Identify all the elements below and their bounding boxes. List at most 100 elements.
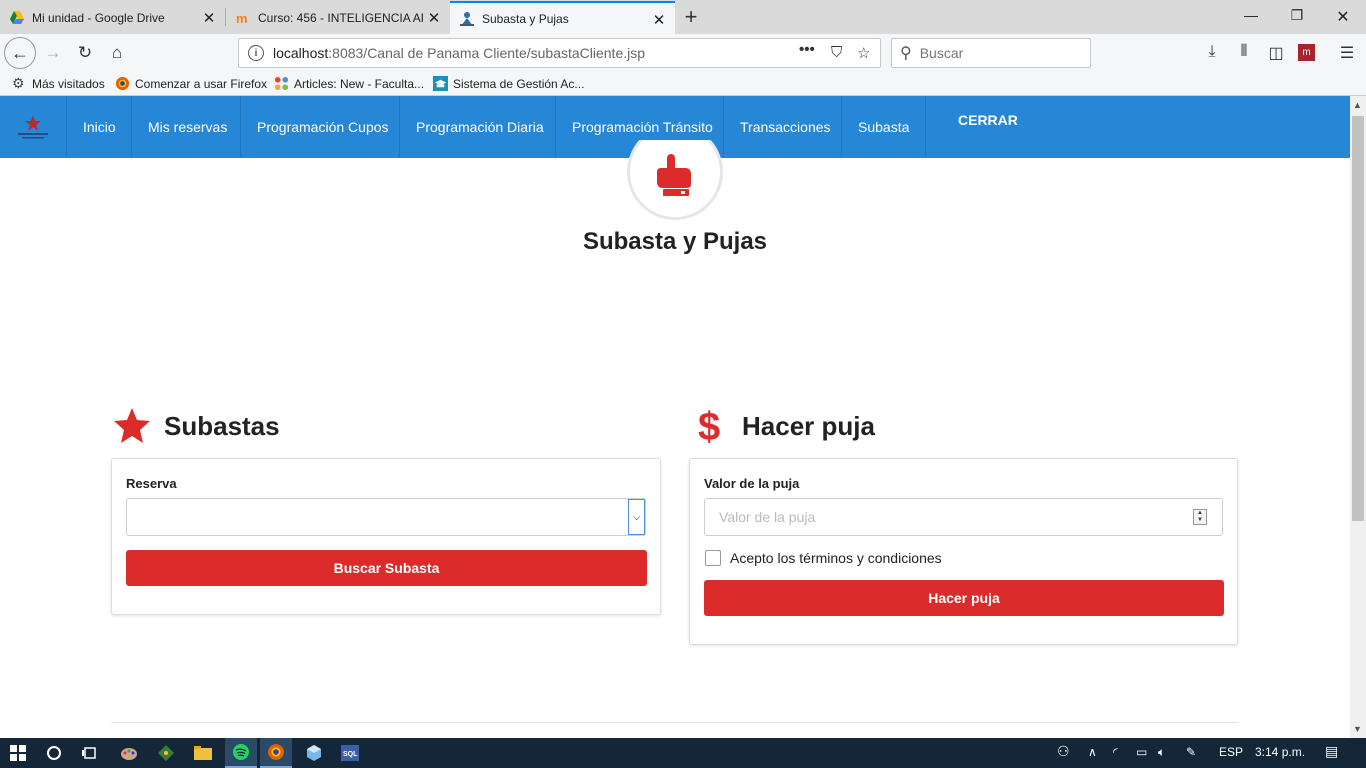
close-tab-icon[interactable]: ✕ (652, 11, 666, 29)
windows-taskbar: SQL ⚇ ∧ ◜ ▭ 🔈︎ ✎ ESP 3:14 p.m. ▤ (0, 738, 1366, 768)
page-scrollbar[interactable]: ▲ ▼ (1350, 96, 1366, 738)
canal-logo[interactable] (12, 112, 54, 142)
people-icon[interactable]: ⚇ (1057, 743, 1070, 760)
page-actions-icon[interactable]: ••• (799, 41, 815, 58)
person-icon (459, 11, 475, 27)
firefox-taskbar-icon[interactable] (260, 738, 292, 768)
scroll-down-icon[interactable]: ▼ (1353, 724, 1362, 734)
tab-google-drive[interactable]: Mi unidad - Google Drive ✕ (0, 1, 225, 34)
tab-subasta[interactable]: Subasta y Pujas ✕ (450, 1, 675, 34)
forward-arrow-icon[interactable]: → (38, 38, 68, 68)
nav-inicio[interactable]: Inicio (66, 96, 132, 158)
puja-heading: $ Hacer puja (698, 406, 875, 446)
volume-icon[interactable]: 🔈︎ (1158, 745, 1165, 760)
extension-icon[interactable]: m (1298, 44, 1315, 61)
nav-subasta[interactable]: Subasta (841, 96, 927, 158)
search-icon: ⚲ (900, 45, 912, 62)
valor-puja-input[interactable]: Valor de la puja ▲ ▼ (704, 498, 1223, 536)
bookmark-label: Más visitados (32, 76, 105, 91)
menu-icon[interactable]: ☰ (1337, 43, 1357, 63)
back-arrow-icon[interactable]: ← (4, 37, 36, 69)
bookmark-firefox[interactable]: Comenzar a usar Firefox (115, 76, 267, 91)
file-explorer-icon[interactable] (192, 742, 214, 764)
reload-icon[interactable]: ↻ (70, 38, 100, 68)
bookmark-star-icon[interactable]: ☆ (857, 44, 870, 62)
virtualbox-icon[interactable] (303, 742, 325, 764)
home-icon[interactable]: ⌂ (102, 38, 132, 68)
bookmark-label: Sistema de Gestión Ac... (453, 76, 585, 91)
windows-start-icon[interactable] (7, 742, 29, 764)
joomla-icon (274, 76, 289, 91)
google-drive-icon (9, 10, 25, 26)
task-view-icon[interactable] (79, 742, 101, 764)
hacer-puja-button[interactable]: Hacer puja (704, 580, 1224, 616)
terms-label: Acepto los términos y condiciones (730, 550, 942, 566)
star-icon (114, 408, 150, 443)
puja-panel: Valor de la puja Valor de la puja ▲ ▼ Ace… (689, 458, 1238, 645)
bookmark-articles[interactable]: Articles: New - Faculta... (274, 76, 424, 91)
browser-tab-bar: Mi unidad - Google Drive ✕ m Curso: 456 … (0, 0, 1366, 34)
graduation-cap-icon (433, 76, 448, 91)
terms-checkbox[interactable] (705, 550, 721, 566)
new-tab-icon[interactable]: + (680, 4, 702, 30)
tab-curso[interactable]: m Curso: 456 - INTELIGENCIA ART ✕ (226, 1, 450, 34)
chevron-up-icon[interactable]: ∧ (1088, 745, 1097, 759)
subastas-heading: Subastas (112, 406, 280, 446)
cerrar-button[interactable]: CERRAR (958, 112, 1018, 128)
dollar-icon: $ (698, 406, 720, 446)
number-spinner-icon[interactable]: ▲ ▼ (1193, 509, 1207, 525)
nav-programacion-cupos[interactable]: Programación Cupos (240, 96, 405, 158)
spotify-icon[interactable] (225, 738, 257, 768)
nav-programacion-diaria[interactable]: Programación Diaria (399, 96, 560, 158)
gear-icon: ⚙ (12, 75, 25, 91)
pen-icon[interactable]: ✎ (1186, 745, 1196, 759)
git-icon[interactable] (155, 742, 177, 764)
address-bar[interactable]: i localhost:8083/Canal de Panama Cliente… (238, 38, 881, 68)
hand-pointer-icon (657, 154, 691, 196)
search-placeholder: Buscar (919, 45, 964, 61)
subastas-panel: Reserva ⌵ Buscar Subasta (111, 458, 661, 615)
restore-icon[interactable]: ❐ (1287, 7, 1307, 24)
library-icon[interactable]: ⫴ (1234, 43, 1254, 61)
buscar-subasta-button[interactable]: Buscar Subasta (126, 550, 647, 586)
svg-text:SQL: SQL (343, 751, 358, 758)
minimize-icon[interactable]: — (1241, 7, 1261, 23)
search-field[interactable]: ⚲ Buscar (891, 38, 1091, 68)
scroll-up-icon[interactable]: ▲ (1353, 100, 1362, 110)
footer-divider (111, 722, 1238, 723)
wifi-icon[interactable]: ◜ (1113, 745, 1118, 759)
nav-mis-reservas[interactable]: Mis reservas (131, 96, 243, 158)
chevron-down-icon[interactable]: ⌵ (628, 499, 645, 535)
valor-puja-placeholder: Valor de la puja (719, 509, 816, 525)
url-host: localhost (273, 45, 329, 61)
close-window-icon[interactable]: ✕ (1333, 7, 1353, 27)
browser-toolbar: ← → ↻ ⌂ i localhost:8083/Canal de Panama… (0, 34, 1366, 72)
pocket-icon[interactable]: ⛉ (831, 44, 842, 61)
info-icon[interactable]: i (248, 45, 264, 61)
battery-icon[interactable]: ▭ (1136, 745, 1147, 759)
notifications-icon[interactable]: ▤ (1325, 743, 1338, 760)
bookmark-sistema[interactable]: Sistema de Gestión Ac... (433, 76, 584, 91)
page-title: Subasta y Pujas (582, 228, 768, 255)
paint-icon[interactable] (118, 742, 140, 764)
scroll-thumb[interactable] (1352, 116, 1364, 521)
sql-developer-icon[interactable]: SQL (339, 742, 361, 764)
clock[interactable]: 3:14 p.m. (1255, 745, 1305, 759)
bookmarks-bar: ⚙ Más visitados Comenzar a usar Firefox … (0, 72, 1366, 96)
bookmark-label: Comenzar a usar Firefox (135, 76, 268, 91)
sidebar-icon[interactable]: ◫ (1266, 43, 1286, 63)
valor-puja-label: Valor de la puja (704, 476, 800, 491)
svg-text:m: m (236, 11, 248, 26)
tab-label: Curso: 456 - INTELIGENCIA ART (258, 10, 423, 25)
bookmark-most-visited[interactable]: ⚙ Más visitados (12, 76, 105, 91)
tab-label: Subasta y Pujas (482, 11, 569, 26)
url-path: :8083/Canal de Panama Cliente/subastaCli… (328, 45, 646, 61)
reserva-select[interactable]: ⌵ (126, 498, 646, 536)
cortana-icon[interactable] (43, 742, 65, 764)
reserva-label: Reserva (126, 476, 177, 491)
close-tab-icon[interactable]: ✕ (202, 9, 216, 27)
language-indicator[interactable]: ESP (1219, 745, 1243, 759)
close-tab-icon[interactable]: ✕ (427, 9, 441, 27)
nav-transacciones[interactable]: Transacciones (723, 96, 847, 158)
download-icon[interactable]: ⤓ (1202, 43, 1222, 61)
